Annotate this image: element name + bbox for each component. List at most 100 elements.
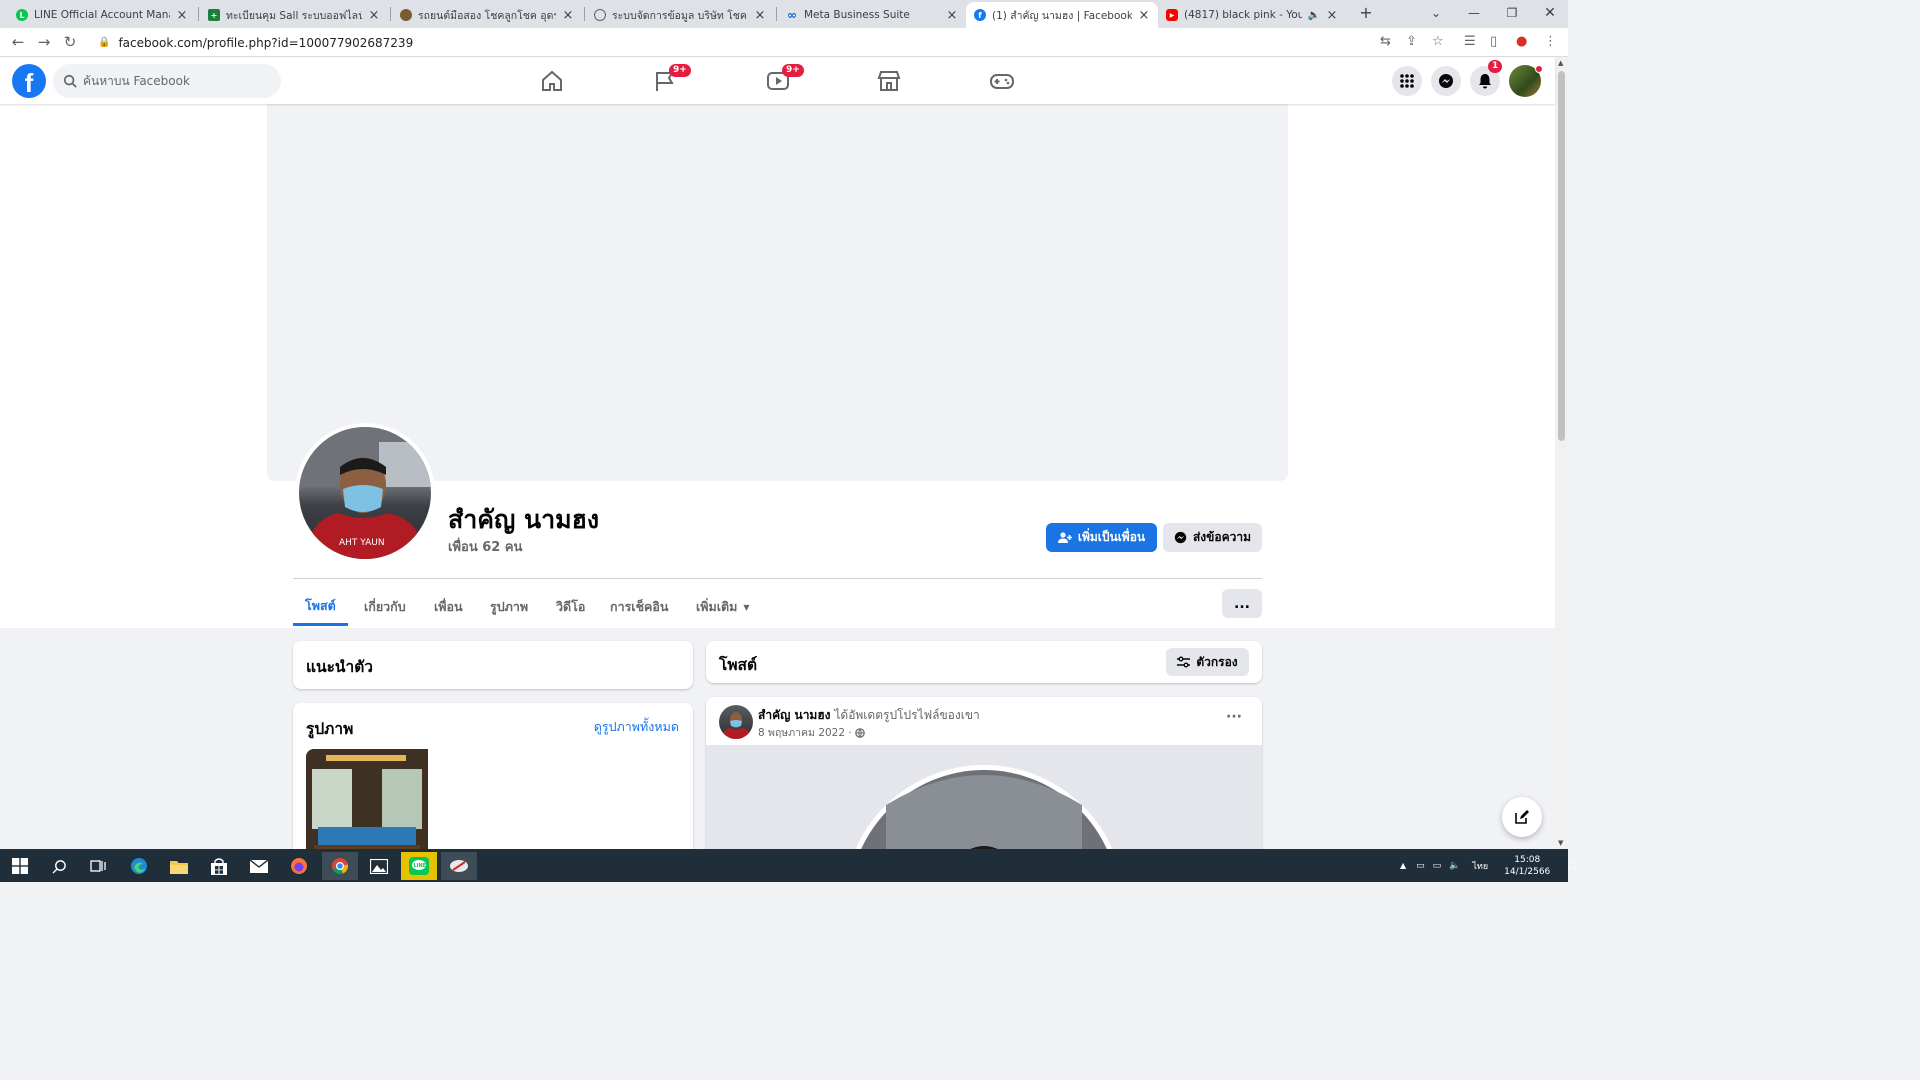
gaming-nav-icon[interactable] (982, 65, 1022, 97)
close-tab-icon[interactable]: × (1326, 8, 1338, 23)
search-placeholder: ค้นหาบน Facebook (83, 73, 190, 88)
post-author-name[interactable]: สำคัญ นามฮง (758, 708, 831, 722)
browser-tab-5[interactable]: ∞ Meta Business Suite × (778, 2, 966, 28)
search-icon[interactable] (41, 852, 77, 880)
profile-more-button[interactable]: ... (1222, 589, 1262, 618)
facebook-logo[interactable]: f (12, 64, 46, 98)
tab-checkins[interactable]: การเช็คอิน (598, 588, 680, 626)
snipping-tool-icon[interactable] (441, 852, 477, 880)
intro-card: แนะนำตัว (293, 641, 693, 689)
globe-icon (594, 9, 606, 21)
tab-title: ระบบจัดการข้อมูล บริษัท โชคลูกโชค (612, 9, 748, 22)
bookmark-star-icon[interactable]: ☆ (1432, 34, 1444, 49)
search-input[interactable]: ค้นหาบน Facebook (53, 64, 281, 98)
url-field[interactable]: 🔒 facebook.com/profile.php?id=1000779026… (88, 31, 1388, 54)
store-icon[interactable] (201, 852, 237, 880)
tab-title: LINE Official Account Manager (34, 9, 170, 21)
browser-tab-2[interactable]: + ทะเบียนคุม Sall ระบบออฟไลน์.xlsx - G × (200, 2, 388, 28)
filter-button[interactable]: ตัวกรอง (1166, 648, 1249, 676)
tab-about[interactable]: เกี่ยวกับ (352, 588, 418, 626)
speaker-icon[interactable]: 🔈 (1308, 10, 1320, 21)
action-center-icon[interactable]: ▢ (1568, 861, 1577, 871)
back-icon[interactable]: ← (8, 33, 28, 51)
post-options-icon[interactable]: ··· (1226, 709, 1242, 725)
mail-icon[interactable] (241, 852, 277, 880)
restore-button[interactable]: ❐ (1496, 3, 1528, 23)
scroll-down-icon[interactable]: ▼ (1558, 839, 1563, 847)
marketplace-nav-icon[interactable] (869, 65, 909, 97)
tab-videos[interactable]: วิดีโอ (544, 588, 597, 626)
home-nav-icon[interactable] (532, 65, 572, 97)
browser-tab-3[interactable]: รถยนต์มือสอง โชคลูกโชค อุดรธานี × (392, 2, 582, 28)
friends-count-link[interactable]: เพื่อน 62 คน (448, 536, 522, 557)
clock[interactable]: 15:08 14/1/2566 (1504, 854, 1550, 878)
display-icon[interactable]: ▭ (1433, 861, 1442, 871)
post-date[interactable]: 8 พฤษภาคม 2022 · (758, 724, 852, 741)
add-person-icon (1057, 531, 1072, 543)
account-avatar[interactable] (1509, 65, 1543, 97)
browser-tab-1[interactable]: L LINE Official Account Manager × (8, 2, 196, 28)
tab-photos[interactable]: รูปภาพ (478, 588, 540, 626)
reload-icon[interactable]: ↻ (60, 33, 80, 51)
side-panel-icon[interactable]: ▯ (1490, 34, 1497, 49)
input-language[interactable]: ไทย (1472, 859, 1488, 873)
edge-icon[interactable] (121, 852, 157, 880)
close-tab-icon[interactable]: × (946, 8, 958, 23)
post-author-avatar[interactable] (719, 705, 753, 739)
close-tab-icon[interactable]: × (1138, 8, 1150, 23)
photo-thumbnail[interactable] (306, 749, 428, 863)
task-view-icon[interactable] (80, 852, 116, 880)
watch-nav-icon[interactable]: 9+ (758, 64, 804, 97)
close-tab-icon[interactable]: × (176, 8, 188, 23)
profile-icon[interactable]: ● (1516, 34, 1527, 49)
notifications-badge: 1 (1488, 60, 1503, 73)
share-icon[interactable]: ⇪ (1406, 34, 1417, 49)
cover-photo[interactable] (267, 104, 1288, 481)
line-app-icon[interactable]: LINE (401, 852, 437, 880)
file-explorer-icon[interactable] (161, 852, 197, 880)
lock-icon[interactable]: 🔒 (98, 37, 110, 48)
browser-tab-6-active[interactable]: f (1) สำคัญ นามฮง | Facebook × (966, 2, 1158, 28)
close-tab-icon[interactable]: × (562, 8, 574, 23)
photos-icon[interactable] (361, 852, 397, 880)
tab-friends[interactable]: เพื่อน (422, 588, 475, 626)
globe-icon (854, 727, 865, 738)
translate-icon[interactable]: ⇆ (1380, 34, 1391, 49)
network-icon[interactable]: ▭ (1416, 861, 1425, 871)
see-all-photos-link[interactable]: ดูรูปภาพทั้งหมด (594, 717, 679, 737)
volume-icon[interactable]: 🔈 (1449, 861, 1460, 871)
profile-name: สำคัญ นามฮง (448, 505, 600, 534)
new-tab-button[interactable]: + (1350, 3, 1382, 23)
new-message-button[interactable] (1502, 797, 1542, 837)
chrome-icon[interactable] (322, 852, 358, 880)
tab-posts[interactable]: โพสต์ (293, 588, 348, 626)
notifications-bell-icon[interactable]: 1 (1470, 60, 1503, 96)
tray-overflow-icon[interactable]: ▲ (1400, 861, 1406, 870)
pages-nav-icon[interactable]: 9+ (645, 64, 691, 97)
profile-picture[interactable]: AHT YAUN (295, 423, 435, 563)
clock-time: 15:08 (1514, 854, 1541, 865)
close-tab-icon[interactable]: × (368, 8, 380, 23)
close-window-button[interactable]: ✕ (1534, 3, 1566, 23)
close-tab-icon[interactable]: × (754, 8, 766, 23)
tab-search-icon[interactable]: ⌄ (1420, 3, 1452, 23)
page-scrollbar[interactable]: ▲ ▼ (1555, 57, 1568, 849)
minimize-button[interactable]: — (1458, 3, 1490, 23)
tab-more[interactable]: เพิ่มเติม ▼ (684, 588, 762, 626)
messenger-icon[interactable] (1431, 66, 1461, 96)
scrollbar-thumb[interactable] (1558, 71, 1565, 441)
system-tray: ▲ ▭ ▭ 🔈 ไทย 15:08 14/1/2566 ▢ (1400, 849, 1577, 882)
firefox-icon[interactable] (281, 852, 317, 880)
posts-header-card: โพสต์ ตัวกรอง (706, 641, 1262, 683)
reading-list-icon[interactable]: ☰ (1464, 34, 1476, 49)
browser-tab-7[interactable]: ▶ (4817) black pink - YouTube 🔈 × (1158, 2, 1346, 28)
message-button[interactable]: ส่งข้อความ (1163, 523, 1262, 552)
windows-start-icon[interactable] (2, 852, 38, 880)
forward-icon[interactable]: → (34, 33, 54, 51)
messenger-icon (1174, 531, 1187, 544)
add-friend-button[interactable]: เพิ่มเป็นเพื่อน (1046, 523, 1157, 552)
chrome-menu-icon[interactable]: ⋮ (1544, 34, 1557, 49)
scroll-up-icon[interactable]: ▲ (1558, 59, 1563, 67)
menu-grid-icon[interactable] (1392, 66, 1422, 96)
browser-tab-4[interactable]: ระบบจัดการข้อมูล บริษัท โชคลูกโชค × (586, 2, 774, 28)
